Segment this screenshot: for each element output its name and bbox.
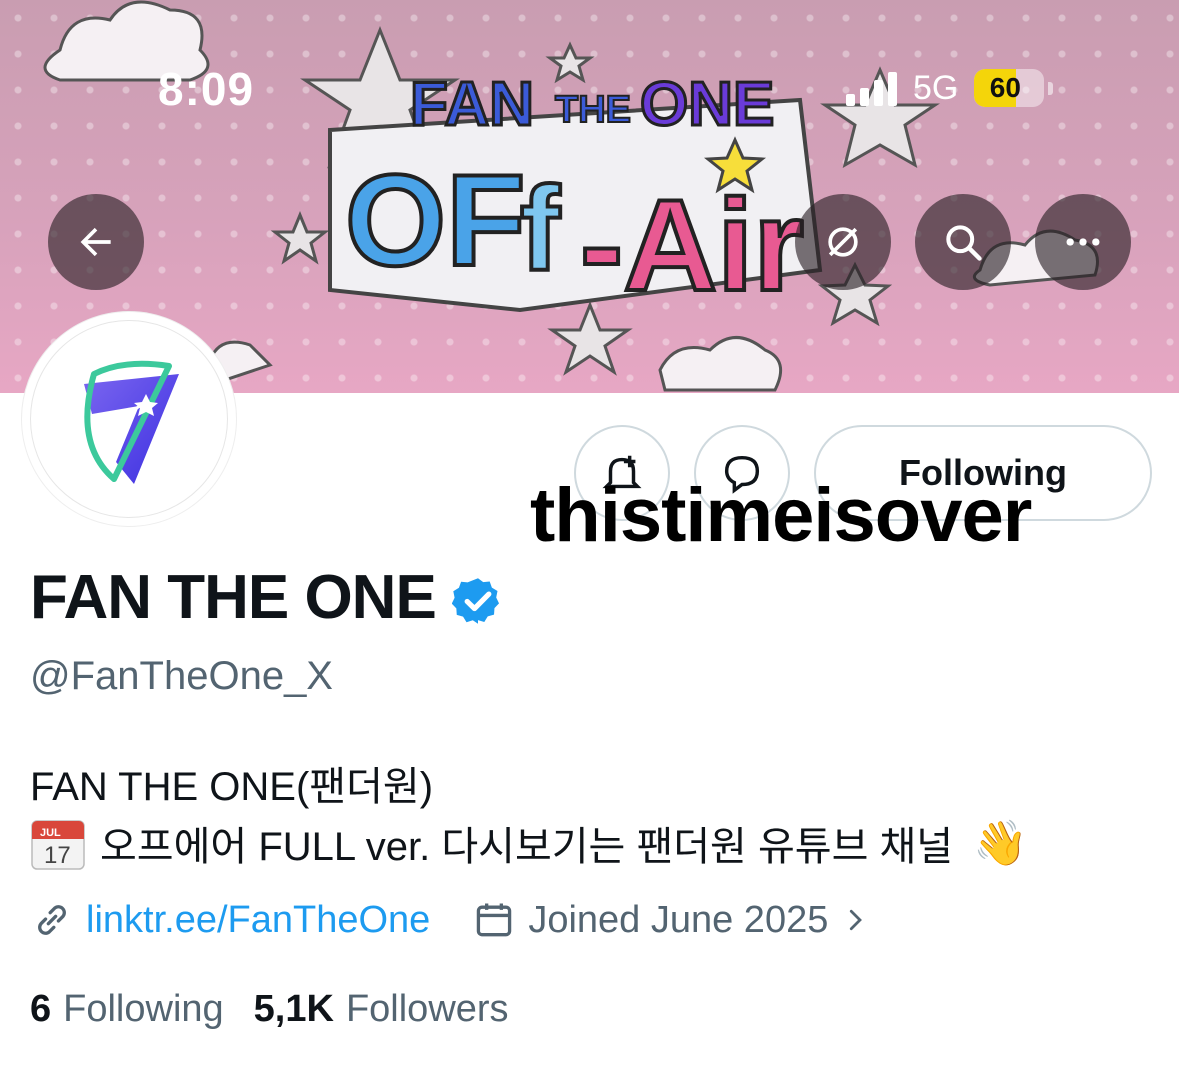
following-label[interactable]: Following — [63, 988, 224, 1031]
avatar-image — [30, 320, 228, 518]
display-name: FAN THE ONE — [30, 563, 437, 632]
fan-the-one-logo-icon — [84, 360, 179, 484]
status-time: 8:09 — [158, 63, 255, 115]
verified-badge-icon[interactable] — [451, 575, 504, 627]
profile-meta: linktr.ee/FanTheOne Joined June 2025 — [30, 898, 870, 942]
followers-count[interactable]: 5,1K — [254, 988, 334, 1031]
search-icon — [946, 225, 982, 261]
joined-date[interactable]: Joined June 2025 — [472, 898, 870, 942]
cellular-signal-icon — [846, 70, 897, 106]
user-handle: @FanTheOne_X — [30, 654, 333, 698]
back-arrow-icon — [80, 227, 111, 257]
battery-level: 60 — [989, 72, 1021, 103]
followers-label[interactable]: Followers — [346, 988, 509, 1031]
watermark-text: thistimeisover — [530, 473, 1032, 558]
eye-slash-icon — [828, 227, 858, 257]
more-options-button[interactable] — [1035, 194, 1131, 290]
profile-avatar[interactable] — [22, 312, 236, 526]
joined-text: Joined June 2025 — [528, 898, 829, 941]
calendar-day: 17 — [44, 842, 71, 869]
svg-text:THE: THE — [555, 89, 631, 131]
svg-text:-Air: -Air — [580, 172, 804, 318]
calendar-emoji-icon: JUL 17 — [31, 820, 85, 870]
more-horizontal-icon — [1066, 238, 1100, 246]
calendar-month: JUL — [40, 827, 61, 839]
calendar-icon — [477, 903, 512, 937]
follow-stats: 6 Following 5,1K Followers — [30, 988, 509, 1031]
search-button[interactable] — [915, 194, 1011, 290]
banner-title-top: FAN — [410, 70, 534, 139]
link-icon — [38, 905, 66, 935]
svg-text:f: f — [520, 162, 561, 296]
battery-icon: 60 — [974, 69, 1045, 107]
bio-text: 오프에어 FULL ver. 다시보기는 팬더원 유튜브 채널 — [100, 825, 954, 869]
bio-line-2: JUL 17 오프에어 FULL ver. 다시보기는 팬더원 유튜브 채널 👋 — [30, 814, 1028, 872]
chevron-right-icon — [850, 909, 863, 931]
hide-header-button[interactable] — [795, 194, 891, 290]
status-indicators: 5G 60 — [846, 66, 1054, 110]
following-count[interactable]: 6 — [30, 988, 51, 1031]
profile-link[interactable]: linktr.ee/FanTheOne — [30, 898, 430, 942]
banner-title-main: OF — [345, 147, 526, 293]
waving-hand-emoji-icon: 👋 — [973, 819, 1028, 868]
svg-text:ONE: ONE — [640, 70, 774, 139]
link-text[interactable]: linktr.ee/FanTheOne — [86, 899, 430, 942]
display-name-row: FAN THE ONE — [30, 562, 504, 633]
battery-tip — [1048, 81, 1054, 95]
bio-line-1: FAN THE ONE(팬더원) — [30, 765, 434, 809]
back-button[interactable] — [48, 194, 144, 290]
network-type: 5G — [913, 68, 959, 107]
